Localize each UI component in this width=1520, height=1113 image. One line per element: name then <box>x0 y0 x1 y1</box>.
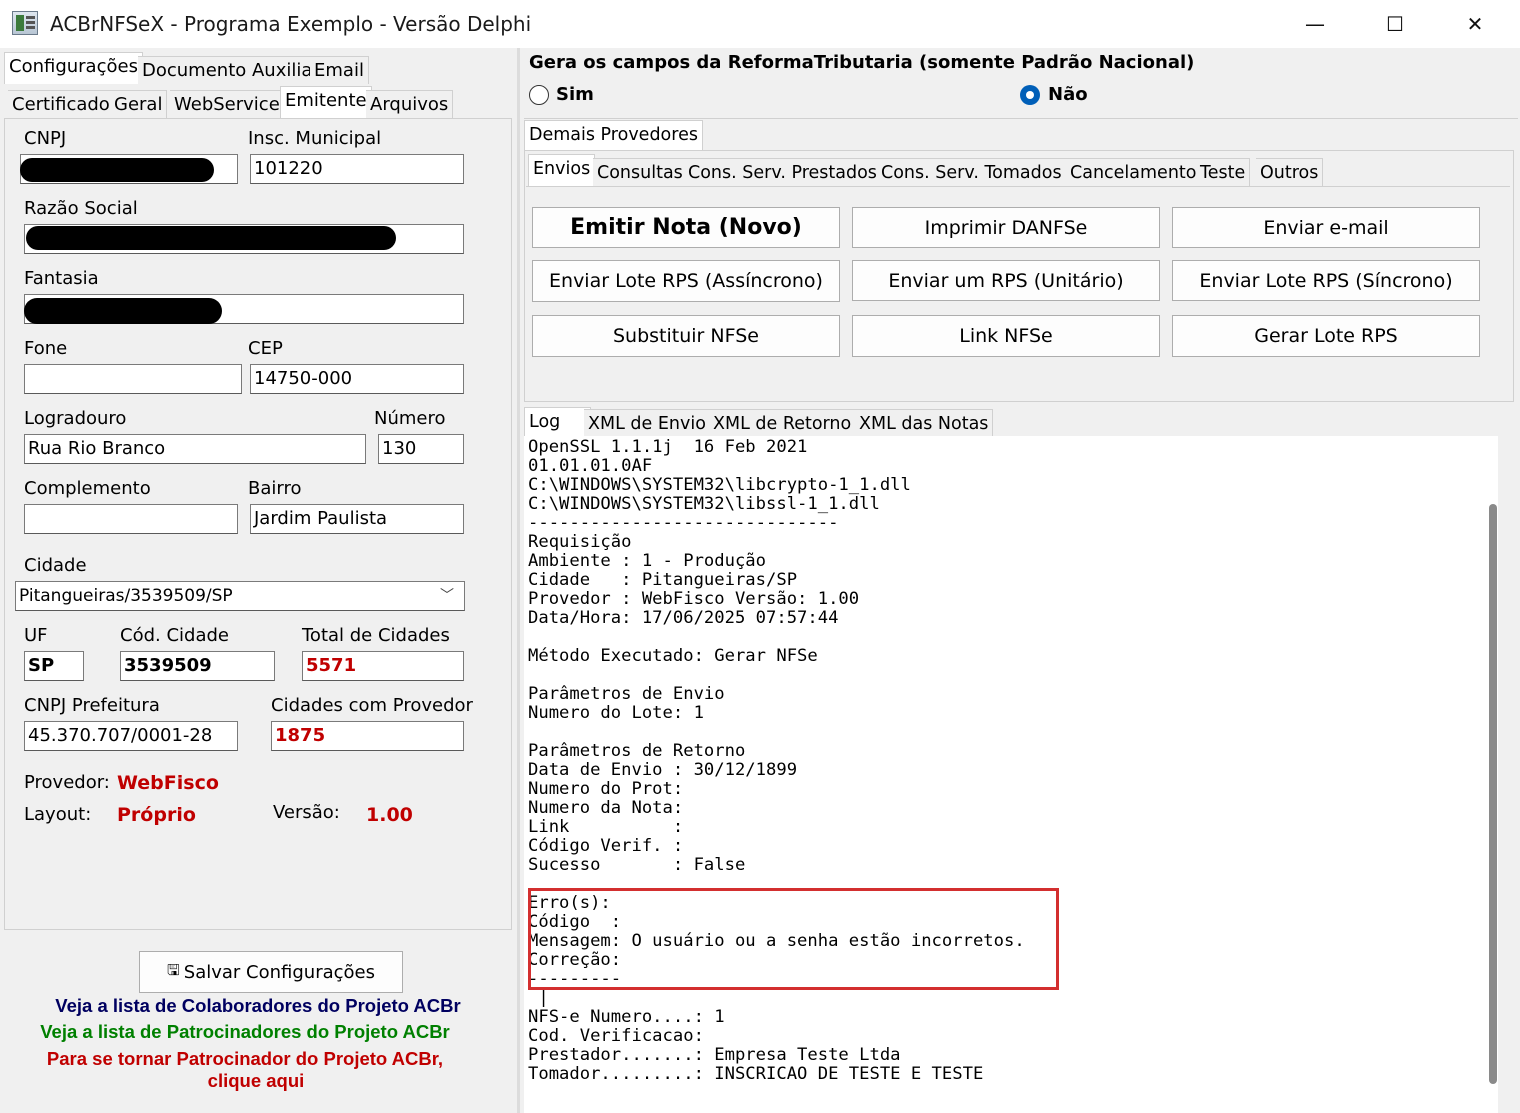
title-bar: ACBrNFSeX - Programa Exemplo - Versão De… <box>0 0 1520 48</box>
gerar-lote-rps-button[interactable]: Gerar Lote RPS <box>1172 315 1480 357</box>
tab-email[interactable]: Email <box>310 56 369 84</box>
layout-value: Próprio <box>117 804 196 826</box>
tab-documento-auxiliar[interactable]: Documento Auxiliar <box>138 56 325 84</box>
radio-sim[interactable] <box>529 85 549 105</box>
tab-xml-retorno[interactable]: XML de Retorno <box>709 409 857 437</box>
splitter[interactable] <box>517 48 520 1113</box>
enviar-lote-assincrono-button[interactable]: Enviar Lote RPS (Assíncrono) <box>532 260 840 302</box>
logradouro-label: Logradouro <box>24 408 127 429</box>
save-config-label: Salvar Configurações <box>183 961 375 983</box>
tab-emitente[interactable]: Emitente <box>280 86 372 118</box>
provedor-value: WebFisco <box>117 772 219 794</box>
minimize-button[interactable]: — <box>1275 0 1355 48</box>
tab-arquivos[interactable]: Arquivos <box>366 90 454 118</box>
chevron-down-icon[interactable]: ﹀ <box>440 582 454 610</box>
reforma-title: Gera os campos da ReformaTributaria (som… <box>529 52 1195 73</box>
insc-municipal-label: Insc. Municipal <box>248 128 382 149</box>
cnpj-prefeitura-field[interactable]: 45.370.707/0001-28 <box>24 721 238 751</box>
tab-configuracoes[interactable]: Configurações <box>4 52 143 84</box>
cidade-select[interactable]: Pitangueiras/3539509/SP ﹀ <box>15 581 465 611</box>
logradouro-field[interactable]: Rua Rio Branco <box>24 434 366 464</box>
cidade-value: Pitangueiras/3539509/SP <box>19 586 233 606</box>
cod-cidade-label: Cód. Cidade <box>120 625 229 646</box>
error-highlight-box <box>528 888 1059 990</box>
imprimir-danfse-button[interactable]: Imprimir DANFSe <box>852 207 1160 248</box>
substituir-nfse-button[interactable]: Substituir NFSe <box>532 315 840 357</box>
insc-municipal-field[interactable]: 101220 <box>250 154 464 184</box>
redaction-mark <box>26 226 396 250</box>
uf-label: UF <box>24 625 48 646</box>
versao-value: 1.00 <box>366 804 413 826</box>
link-nfse-button[interactable]: Link NFSe <box>852 315 1160 357</box>
fone-field[interactable] <box>24 364 242 394</box>
tab-teste[interactable]: Teste <box>1196 158 1251 186</box>
tab-envios[interactable]: Envios <box>528 154 596 186</box>
tab-certificado[interactable]: Certificado <box>8 90 115 118</box>
tab-demais-provedores[interactable]: Demais Provedores <box>524 120 703 150</box>
tab-xml-envio[interactable]: XML de Envio <box>584 409 711 437</box>
close-button[interactable]: ✕ <box>1435 0 1515 48</box>
fantasia-label: Fantasia <box>24 268 99 289</box>
complemento-field[interactable] <box>24 504 238 534</box>
enviar-lote-sincrono-button[interactable]: Enviar Lote RPS (Síncrono) <box>1172 260 1480 301</box>
tab-xml-notas[interactable]: XML das Notas <box>855 409 994 437</box>
cidades-provedor-label: Cidades com Provedor <box>271 695 473 716</box>
link-clique-aqui[interactable]: clique aqui <box>0 1070 512 1092</box>
window-title: ACBrNFSeX - Programa Exemplo - Versão De… <box>50 12 532 36</box>
log-textarea[interactable]: OpenSSL 1.1.1j 16 Feb 2021 01.01.01.0AF … <box>524 436 1498 1113</box>
fone-label: Fone <box>24 338 68 359</box>
radio-nao-label: Não <box>1048 84 1088 105</box>
cnpj-prefeitura-label: CNPJ Prefeitura <box>24 695 160 716</box>
uf-field[interactable]: SP <box>24 651 84 681</box>
tab-webservice[interactable]: WebService <box>170 90 285 118</box>
cidade-label: Cidade <box>24 555 87 576</box>
numero-field[interactable]: 130 <box>378 434 464 464</box>
complemento-label: Complemento <box>24 478 151 499</box>
enviar-rps-unitario-button[interactable]: Enviar um RPS (Unitário) <box>852 260 1160 301</box>
tab-log[interactable]: Log <box>524 407 592 437</box>
provedor-label: Provedor: <box>24 772 110 793</box>
tab-cons-serv-tomados[interactable]: Cons. Serv. Tomados <box>877 158 1067 186</box>
total-cidades-label: Total de Cidades <box>302 625 450 646</box>
bairro-label: Bairro <box>248 478 302 499</box>
tab-cons-serv-prestados[interactable]: Cons. Serv. Prestados <box>684 158 882 186</box>
link-colaboradores[interactable]: Veja a lista de Colaboradores do Projeto… <box>0 995 516 1017</box>
enviar-email-button[interactable]: Enviar e-mail <box>1172 207 1480 248</box>
versao-label: Versão: <box>273 802 340 823</box>
radio-sim-label: Sim <box>556 84 594 105</box>
layout-label: Layout: <box>24 804 92 825</box>
save-config-button[interactable]: 🖫 Salvar Configurações <box>139 951 403 993</box>
numero-label: Número <box>374 408 446 429</box>
cep-field[interactable]: 14750-000 <box>250 364 464 394</box>
separator <box>524 118 1518 119</box>
link-patrocinadores[interactable]: Veja a lista de Patrocinadores do Projet… <box>0 1021 490 1043</box>
tab-cancelamento[interactable]: Cancelamento <box>1066 158 1202 186</box>
log-scrollbar[interactable] <box>1489 504 1497 1084</box>
radio-nao[interactable] <box>1020 85 1040 105</box>
cidades-provedor-field: 1875 <box>271 721 464 751</box>
app-icon <box>12 11 38 35</box>
emitir-nota-button[interactable]: Emitir Nota (Novo) <box>532 207 840 248</box>
tab-consultas[interactable]: Consultas <box>593 158 688 186</box>
redaction-mark <box>24 298 222 324</box>
redaction-mark <box>20 158 214 182</box>
cod-cidade-field[interactable]: 3539509 <box>120 651 275 681</box>
maximize-button[interactable]: ☐ <box>1355 0 1435 48</box>
cnpj-label: CNPJ <box>24 128 67 149</box>
tab-geral[interactable]: Geral <box>110 90 168 118</box>
save-icon: 🖫 <box>167 960 180 979</box>
bairro-field[interactable]: Jardim Paulista <box>250 504 464 534</box>
link-tornar-patrocinador[interactable]: Para se tornar Patrocinador do Projeto A… <box>0 1048 490 1070</box>
cep-label: CEP <box>248 338 283 359</box>
razao-social-label: Razão Social <box>24 198 138 219</box>
total-cidades-field: 5571 <box>302 651 464 681</box>
tab-outros[interactable]: Outros <box>1256 158 1324 186</box>
